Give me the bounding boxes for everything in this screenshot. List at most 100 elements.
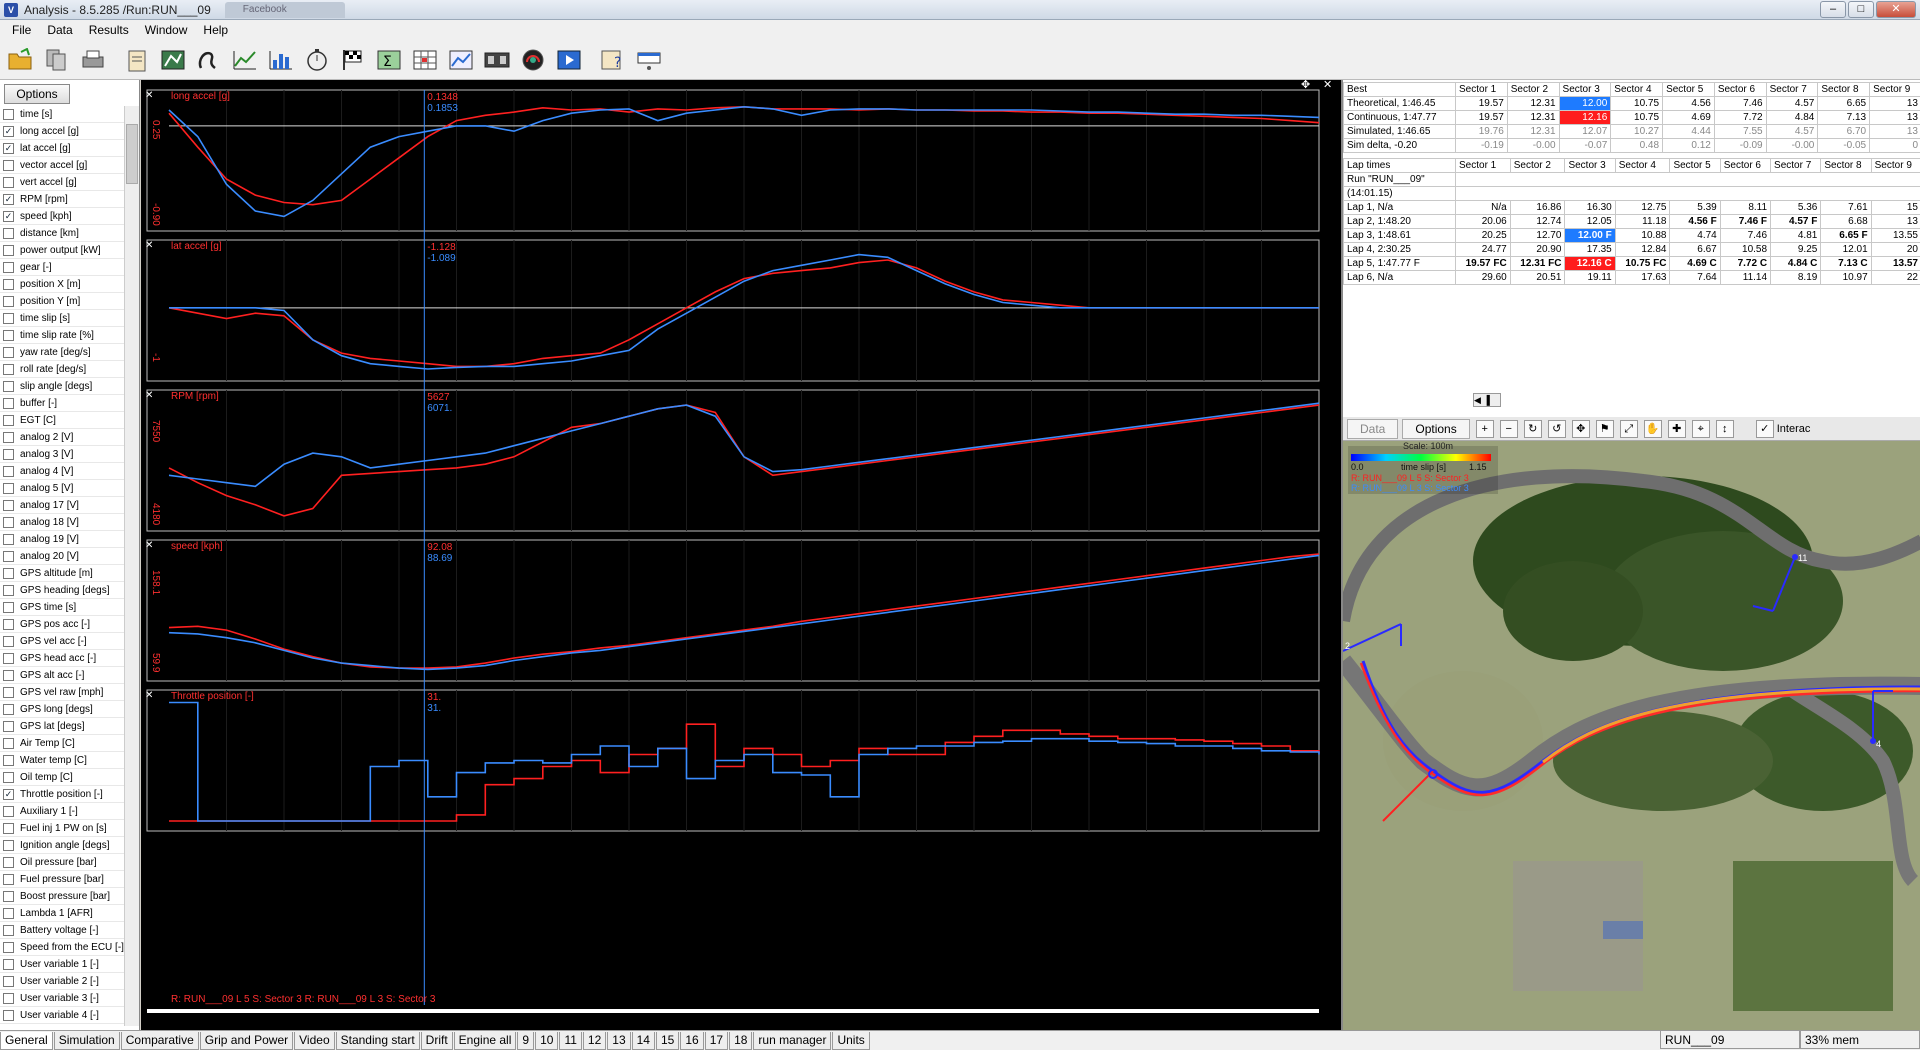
channel-checkbox[interactable]	[3, 839, 14, 851]
channel-checkbox[interactable]	[3, 346, 14, 358]
channel-item[interactable]: vert accel [g]	[0, 174, 124, 191]
channel-item[interactable]: User variable 2 [-]	[0, 973, 124, 990]
channel-item[interactable]: GPS alt acc [-]	[0, 667, 124, 684]
channel-checkbox[interactable]	[3, 652, 14, 664]
tab-13[interactable]: 13	[607, 1031, 631, 1050]
channel-checkbox[interactable]	[3, 414, 14, 426]
channel-checkbox[interactable]	[3, 567, 14, 579]
channel-checkbox[interactable]: ✓	[3, 142, 14, 154]
channel-item[interactable]: Battery voltage [-]	[0, 922, 124, 939]
tab-engine-all[interactable]: Engine all	[453, 1031, 517, 1050]
map-data-tab[interactable]: Data	[1347, 418, 1399, 439]
tab-10[interactable]: 10	[535, 1031, 559, 1050]
rotate-icon[interactable]: ↻	[1523, 419, 1542, 438]
tab-9[interactable]: 9	[517, 1031, 535, 1050]
zoom-in-icon[interactable]: +	[1475, 419, 1494, 438]
channel-checkbox[interactable]	[3, 635, 14, 647]
channel-checkbox[interactable]	[3, 720, 14, 732]
gauge-icon[interactable]	[516, 43, 550, 77]
channel-item[interactable]: analog 20 [V]	[0, 548, 124, 565]
channel-checkbox[interactable]	[3, 754, 14, 766]
channel-checkbox[interactable]	[3, 805, 14, 817]
channel-item[interactable]: ✓ RPM [rpm]	[0, 191, 124, 208]
channel-checkbox[interactable]	[3, 941, 14, 953]
channel-item[interactable]: Fuel inj 1 PW on [s]	[0, 820, 124, 837]
channel-checkbox[interactable]	[3, 159, 14, 171]
channel-item[interactable]: Boost pressure [bar]	[0, 888, 124, 905]
tab-general[interactable]: General	[0, 1031, 53, 1050]
channel-item[interactable]: GPS vel raw [mph]	[0, 684, 124, 701]
browser-tab[interactable]: Facebook	[224, 1, 345, 18]
window-icon[interactable]	[632, 43, 666, 77]
channel-checkbox[interactable]	[3, 244, 14, 256]
menu-data[interactable]: Data	[39, 23, 80, 37]
channel-item[interactable]: buffer [-]	[0, 395, 124, 412]
channel-item[interactable]: Fuel pressure [bar]	[0, 871, 124, 888]
channel-checkbox[interactable]	[3, 278, 14, 290]
channel-item[interactable]: GPS lat [degs]	[0, 718, 124, 735]
map-svg[interactable]: 11 2 4 Scale: 100m 0.0 time slip [s] 1.1…	[1335, 441, 1920, 1030]
channel-checkbox[interactable]: ✓	[3, 125, 14, 137]
menu-file[interactable]: File	[4, 23, 39, 37]
channel-item[interactable]: analog 5 [V]	[0, 480, 124, 497]
channel-item[interactable]: analog 2 [V]	[0, 429, 124, 446]
help-icon[interactable]: ?	[596, 43, 630, 77]
flag-icon[interactable]: ⚑	[1595, 419, 1614, 438]
channel-item[interactable]: User variable 4 [-]	[0, 1007, 124, 1024]
tab-run-manager[interactable]: run manager	[753, 1031, 832, 1050]
menu-results[interactable]: Results	[81, 23, 137, 37]
copy-icon[interactable]	[40, 43, 74, 77]
channel-checkbox[interactable]	[3, 431, 14, 443]
xy-chart-icon[interactable]	[228, 43, 262, 77]
menu-help[interactable]: Help	[195, 23, 236, 37]
channel-item[interactable]: GPS head acc [-]	[0, 650, 124, 667]
channel-item[interactable]: analog 4 [V]	[0, 463, 124, 480]
channel-checkbox[interactable]	[3, 397, 14, 409]
play-icon[interactable]	[552, 43, 586, 77]
open-folder-icon[interactable]	[4, 43, 38, 77]
table-row[interactable]: Lap 3, 1:48.61 20.25 12.70 12.00 F 10.88 4.74…	[1343, 228, 1920, 243]
clipboard-icon[interactable]	[120, 43, 154, 77]
tab-16[interactable]: 16	[680, 1031, 704, 1050]
sigma-icon[interactable]: Σ	[372, 43, 406, 77]
table-row[interactable]: Sim delta, -0.20 -0.19 -0.00 -0.07 0.48 0.12-…	[1343, 138, 1920, 153]
chart-area[interactable]: long accel [g] 0.25 -0.90 ✕ 0.1348 0.1853 lat …	[141, 80, 1341, 1030]
channel-item[interactable]: GPS altitude [m]	[0, 565, 124, 582]
cross-icon[interactable]: ✚	[1667, 419, 1686, 438]
channel-item[interactable]: Ignition angle [degs]	[0, 837, 124, 854]
channel-checkbox[interactable]	[3, 686, 14, 698]
channel-item[interactable]: GPS vel acc [-]	[0, 633, 124, 650]
chart-svg[interactable]: long accel [g] 0.25 -0.90 ✕ 0.13480.1853 lat …	[141, 80, 1341, 1030]
fit-icon[interactable]: ⤢	[1619, 419, 1638, 438]
channel-checkbox[interactable]	[3, 295, 14, 307]
channel-checkbox[interactable]	[3, 958, 14, 970]
channel-item[interactable]: Oil temp [C]	[0, 769, 124, 786]
table-row[interactable]: Theoretical, 1:46.45 19.57 12.31 12.00 10.75…	[1343, 96, 1920, 111]
channel-item[interactable]: ✓ long accel [g]	[0, 123, 124, 140]
channel-item[interactable]: Lambda 1 [AFR]	[0, 905, 124, 922]
channel-checkbox[interactable]	[3, 822, 14, 834]
channel-item[interactable]: ✓ Throttle position [-]	[0, 786, 124, 803]
table-row[interactable]: Continuous, 1:47.77 19.57 12.31 12.16 10.75 4…	[1343, 110, 1920, 125]
channel-checkbox[interactable]: ✓	[3, 193, 14, 205]
channel-item[interactable]: vector accel [g]	[0, 157, 124, 174]
tab-simulation[interactable]: Simulation	[53, 1031, 120, 1050]
interact-checkbox[interactable]: ✓	[1755, 419, 1774, 438]
channel-item[interactable]: ✓ lat accel [g]	[0, 140, 124, 157]
channel-checkbox[interactable]	[3, 380, 14, 392]
maximize-button[interactable]: □	[1848, 1, 1874, 18]
table-row[interactable]: Lap 5, 1:47.77 F 19.57 FC 12.31 FC 12.16 C1…	[1343, 256, 1920, 271]
channel-checkbox[interactable]	[3, 227, 14, 239]
channel-item[interactable]: Oil pressure [bar]	[0, 854, 124, 871]
channel-item[interactable]: GPS heading [degs]	[0, 582, 124, 599]
zoom-out-icon[interactable]: −	[1499, 419, 1518, 438]
channel-checkbox[interactable]	[3, 516, 14, 528]
tab-grip-and-power[interactable]: Grip and Power	[199, 1031, 294, 1050]
minimize-button[interactable]: –	[1820, 1, 1846, 18]
tab-15[interactable]: 15	[655, 1031, 680, 1050]
checkered-flag-icon[interactable]	[336, 43, 370, 77]
table-icon[interactable]	[408, 43, 442, 77]
channel-item[interactable]: analog 18 [V]	[0, 514, 124, 531]
channel-item[interactable]: analog 3 [V]	[0, 446, 124, 463]
channel-checkbox[interactable]	[3, 312, 14, 324]
